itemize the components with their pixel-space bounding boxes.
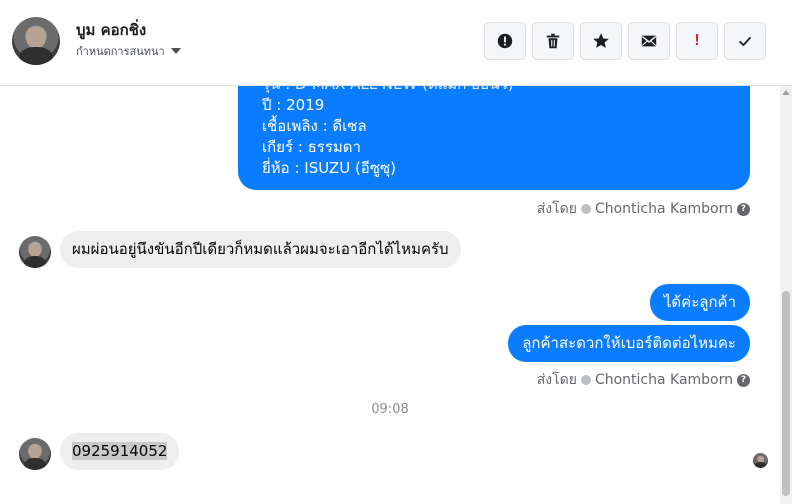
sent-by-label: ส่งโดย Chonticha Kamborn ? [537,198,750,220]
sent-by-prefix: ส่งโดย [536,201,577,217]
car-year-line: ปี : 2019 [262,96,325,114]
car-info-message: รุ่น : D-MAX ALL NEW (ดีแม็ก ออนิว) ปี :… [238,86,750,190]
scrollbar[interactable] [780,86,792,504]
help-icon[interactable]: ? [737,202,750,216]
sender-name[interactable]: Chonticha Kamborn [595,201,733,217]
trash-icon [546,33,560,49]
caret-down-icon [170,48,181,54]
contact-avatar-small[interactable] [19,438,51,470]
scrollbar-thumb[interactable] [782,291,790,496]
alert-circle-icon [497,33,513,49]
conversation-status-label: กำหนดการสนทนา [76,45,165,58]
time-separator: 09:08 [371,402,409,417]
important-button[interactable]: ! [676,22,718,60]
car-brand-line: ยี่ห้อ : ISUZU (อีซูซุ) [262,159,397,177]
contact-avatar[interactable] [12,17,60,65]
conversation-header: บูม คอกชิ่ง กำหนดการสนทนา ! [0,0,792,86]
outgoing-message[interactable]: ได้ค่ะลูกค้า [649,284,750,321]
sender-name[interactable]: Chonticha Kamborn [595,372,733,388]
exclamation-icon: ! [694,32,700,49]
envelope-icon [641,35,657,47]
incoming-message[interactable]: ผมผ่อนอยู่นึงขันอีกปีเดียวก็หมดแล้วผมจะเ… [60,231,461,268]
car-fuel-line: เชื้อเพลิง : ดีเซล [262,117,367,135]
contact-name[interactable]: บูม คอกชิ่ง [76,18,146,42]
sent-by-prefix: ส่งโดย [536,372,577,388]
car-model-line: รุ่น : D-MAX ALL NEW (ดีแม็ก ออนิว) [262,86,726,95]
outgoing-message[interactable]: ลูกค้าสะดวกให้เบอร์ติดต่อไหมคะ [508,325,750,362]
star-icon [593,33,609,48]
car-gear-line: เกียร์ : ธรรมดา [262,138,361,156]
phone-number-text[interactable]: 0925914052 [72,442,168,460]
check-icon [738,36,752,47]
sent-check-icon [580,375,591,385]
scroll-up-arrow-icon[interactable] [782,90,790,95]
read-receipt-avatar [753,453,768,468]
sent-check-icon [580,204,591,214]
star-button[interactable] [580,22,622,60]
done-button[interactable] [724,22,766,60]
conversation-status-dropdown[interactable]: กำหนดการสนทนา [76,42,181,60]
delete-button[interactable] [532,22,574,60]
help-icon[interactable]: ? [737,373,750,387]
incoming-message[interactable]: 0925914052 [60,433,180,470]
message-thread[interactable]: รุ่น : D-MAX ALL NEW (ดีแม็ก ออนิว) ปี :… [0,86,780,504]
sent-by-label: ส่งโดย Chonticha Kamborn ? [537,369,750,391]
contact-avatar-small[interactable] [19,236,51,268]
mark-unread-button[interactable] [628,22,670,60]
report-button[interactable] [484,22,526,60]
